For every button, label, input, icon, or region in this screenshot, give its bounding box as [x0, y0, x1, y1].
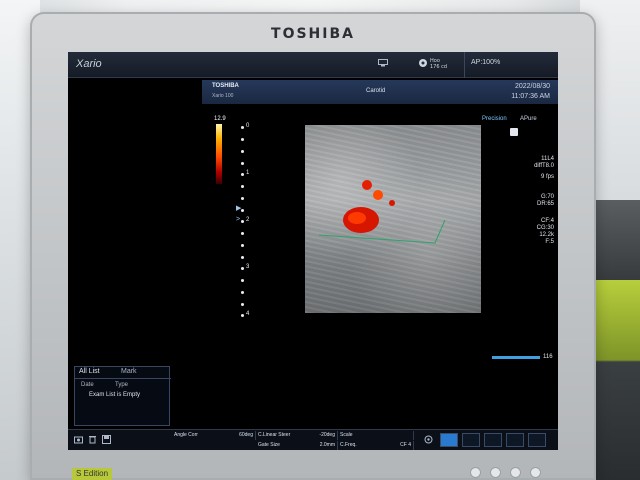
- exam-list-header: Date Type: [81, 382, 128, 388]
- layout-button-3[interactable]: [484, 433, 502, 447]
- depth-label-3: 3: [246, 264, 250, 270]
- ultrasound-screen: Xario Hoo 176 cd AP:100% TOSHIBA Xario 1…: [68, 52, 558, 450]
- layout-button-5[interactable]: [528, 433, 546, 447]
- gain-slider[interactable]: [492, 356, 540, 359]
- doppler-flow-core: [348, 212, 366, 224]
- tab-all-list[interactable]: All List: [79, 368, 100, 375]
- hardware-button-3[interactable]: [510, 467, 521, 478]
- depth-tick: [241, 185, 244, 188]
- app-name: Xario: [76, 58, 102, 70]
- apure-label: APure: [520, 116, 537, 122]
- depth-label-4: 4: [246, 311, 250, 317]
- depth-label-0: 0: [246, 123, 250, 129]
- col-date[interactable]: Date: [81, 382, 94, 388]
- patient-info-bar: TOSHIBA Xario 100 Carotid 2022/08/30 11:…: [202, 80, 558, 104]
- scale-cell[interactable]: Scale: [338, 431, 414, 440]
- color-doppler-scale: [216, 124, 222, 184]
- depth-tick: [241, 209, 244, 212]
- layout-button-4[interactable]: [506, 433, 524, 447]
- edition-badge: S Edition: [72, 468, 113, 480]
- depth-tick: [241, 256, 244, 259]
- trash-icon[interactable]: [88, 435, 97, 444]
- depth-tick: [241, 279, 244, 282]
- acoustic-power: AP:100%: [464, 52, 500, 78]
- ultrasound-image[interactable]: [305, 125, 481, 313]
- depth-tick: [241, 220, 244, 223]
- exam-date: 2022/08/30: [514, 83, 550, 90]
- probe-icon: [419, 59, 427, 67]
- hardware-button-4[interactable]: [530, 467, 541, 478]
- clinear-steer-cell[interactable]: C.Linear Steer -20deg: [256, 431, 338, 440]
- depth-tick: [241, 173, 244, 176]
- layout-button-2[interactable]: [462, 433, 480, 447]
- camera-icon[interactable]: [74, 435, 83, 444]
- depth-tick: [241, 291, 244, 294]
- bottom-toolbar: Angle Corr 60deg C.Linear Steer -20deg G…: [68, 429, 558, 450]
- color-params: CF:4 CG:30 12.2k F:5: [536, 218, 554, 245]
- gate-size-cell[interactable]: Gate Size 2.0mm: [256, 441, 338, 450]
- info-brand: TOSHIBA: [212, 83, 239, 89]
- depth-tick: [241, 303, 244, 306]
- pin-icon[interactable]: [510, 128, 518, 136]
- exam-list-tabs: All List Mark: [75, 367, 171, 379]
- info-model: Xario 100: [212, 93, 234, 99]
- depth-label-2: 2: [246, 217, 250, 223]
- tab-mark[interactable]: Mark: [121, 368, 137, 375]
- doppler-overlay: [318, 180, 446, 244]
- gain-params: G:70 DR:65: [536, 194, 554, 207]
- doppler-flow-spot: [373, 190, 383, 200]
- depth-label-1: 1: [246, 170, 250, 176]
- display-icon[interactable]: [378, 59, 388, 67]
- depth-tick: [241, 162, 244, 165]
- col-type[interactable]: Type: [115, 382, 128, 388]
- depth-tick: [241, 197, 244, 200]
- angle-corr-cell[interactable]: Angle Corr 60deg: [172, 431, 256, 440]
- depth-tick: [241, 138, 244, 141]
- depth-tick: [241, 267, 244, 270]
- layout-button-1[interactable]: [440, 433, 458, 447]
- probe-params: 11L4 diffT8.0 9 fps: [534, 156, 554, 180]
- exam-preset: Carotid: [366, 88, 386, 94]
- exam-list-empty: Exam List is Empty: [89, 392, 141, 398]
- monitor-bezel: TOSHIBA S Edition Xario Hoo 176 cd AP:10…: [30, 12, 596, 480]
- probe-status: Hoo 176 cd: [430, 58, 448, 70]
- precision-label: Precision APure: [482, 116, 537, 122]
- save-icon[interactable]: [102, 435, 111, 444]
- background-equipment-2: [590, 280, 640, 480]
- exam-list-panel: All List Mark Date Type Exam List is Emp…: [74, 366, 171, 426]
- cfreq-cell[interactable]: C.Freq. CF 4: [338, 441, 414, 450]
- settings-icon[interactable]: [424, 435, 433, 444]
- doppler-flow-spot: [362, 180, 372, 190]
- hardware-button-2[interactable]: [490, 467, 501, 478]
- hardware-button-1[interactable]: [470, 467, 481, 478]
- depth-tick: [241, 314, 244, 317]
- depth-tick: [241, 232, 244, 235]
- depth-tick: [241, 150, 244, 153]
- focus-position-icon[interactable]: >: [236, 216, 240, 223]
- velocity-scale-label: 12.9: [214, 116, 226, 122]
- top-bar: Xario Hoo 176 cd AP:100%: [68, 52, 558, 78]
- depth-scale: 0 1 ▶ > 2 3 4: [236, 123, 260, 324]
- depth-tick: [241, 244, 244, 247]
- doppler-flow-spot: [389, 200, 395, 206]
- color-roi-box[interactable]: [318, 219, 446, 244]
- bezel-brand: TOSHIBA: [271, 26, 355, 42]
- depth-tick: [241, 126, 244, 129]
- exam-time: 11:07:36 AM: [511, 93, 550, 100]
- gain-value: 116: [543, 354, 553, 360]
